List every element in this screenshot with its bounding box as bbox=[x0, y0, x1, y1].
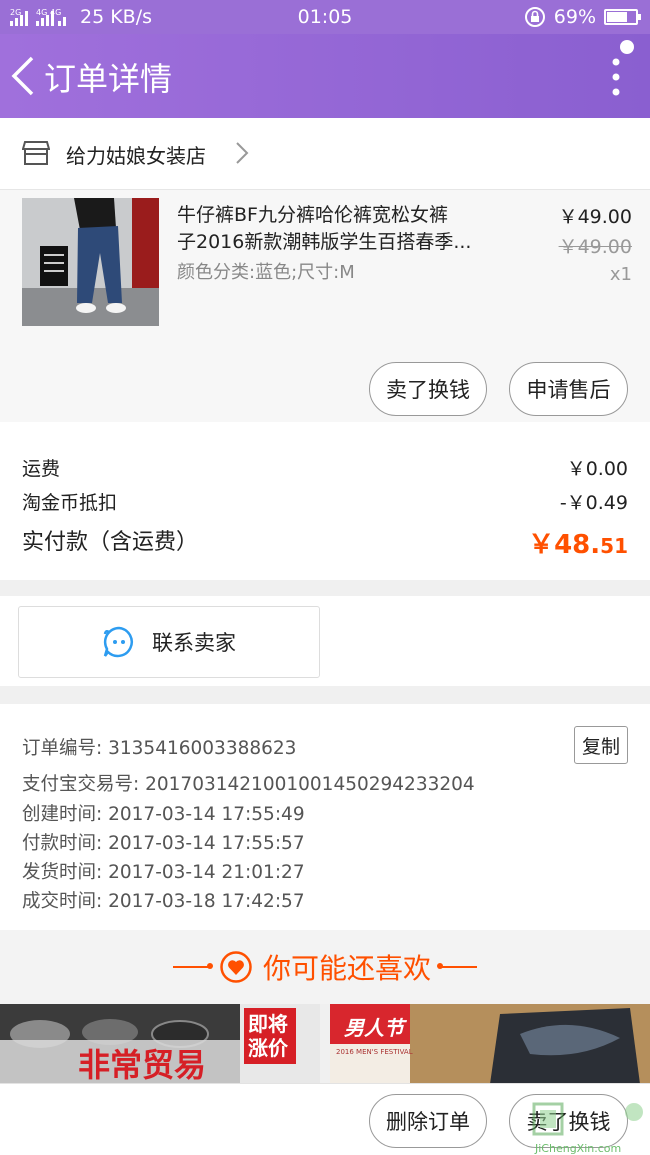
recommend-title: 你可能还喜欢 bbox=[262, 952, 431, 985]
right-deco-line bbox=[437, 963, 477, 969]
shop-row[interactable]: 给力姑娘女装店 bbox=[0, 118, 650, 190]
created-time: 创建时间: 2017-03-14 17:55:49 bbox=[22, 804, 305, 825]
fee-summary: 运费 ￥0.00 淘金币抵扣 -￥0.49 实付款（含运费） ￥48.51 bbox=[0, 422, 650, 580]
recommend-header: 你可能还喜欢 bbox=[0, 930, 650, 1004]
page-title: 订单详情 bbox=[44, 60, 173, 98]
card1-badge: 即将 涨价 bbox=[248, 1012, 288, 1060]
card2-sub: 2016 MEN'S FESTIVAL bbox=[336, 1048, 413, 1056]
battery-percent: 69% bbox=[553, 6, 596, 28]
battery-icon bbox=[604, 9, 641, 25]
order-item[interactable]: 牛仔裤BF九分裤哈伦裤宽松女裤 子2016新款潮韩版学生百搭春季... 颜色分类… bbox=[0, 190, 650, 422]
original-price: ￥49.00 bbox=[558, 236, 632, 258]
delete-order-button[interactable]: 删除订单 bbox=[369, 1094, 487, 1148]
total-value: ￥48.51 bbox=[528, 524, 628, 561]
card1-text: 非常贸易 bbox=[78, 1046, 207, 1084]
total-dec: 51 bbox=[600, 534, 628, 558]
store-icon bbox=[22, 141, 50, 165]
coin-value: -￥0.49 bbox=[559, 492, 628, 514]
coin-label: 淘金币抵扣 bbox=[22, 492, 118, 514]
card1-badge-line2: 涨价 bbox=[248, 1036, 288, 1060]
after-sales-button[interactable]: 申请售后 bbox=[509, 362, 628, 416]
heart-icon bbox=[220, 951, 252, 983]
shipped-time: 发货时间: 2017-03-14 21:01:27 bbox=[22, 862, 305, 883]
product-image[interactable] bbox=[22, 198, 159, 326]
alipay-number: 支付宝交易号: 2017031421001001450294233204 bbox=[22, 774, 475, 795]
chat-face-icon bbox=[103, 626, 133, 658]
contact-seller-label: 联系卖家 bbox=[152, 631, 236, 655]
card1-badge-line1: 即将 bbox=[248, 1012, 288, 1036]
product-title-line1: 牛仔裤BF九分裤哈伦裤宽松女裤 bbox=[177, 204, 448, 226]
left-deco-line bbox=[172, 963, 213, 969]
quantity: x1 bbox=[609, 264, 632, 285]
chevron-right-icon bbox=[236, 142, 249, 164]
recommend-card-2[interactable]: 男人节 2016 MEN'S FESTIVAL bbox=[330, 1004, 650, 1084]
copy-button[interactable]: 复制 bbox=[574, 726, 628, 764]
unit-price: ￥49.00 bbox=[558, 206, 632, 228]
contact-seller-button[interactable]: 联系卖家 bbox=[18, 606, 320, 678]
back-arrow-icon[interactable] bbox=[8, 52, 40, 100]
product-variant: 颜色分类:蓝色;尺寸:M bbox=[177, 262, 355, 283]
header-bar: 订单详情 bbox=[0, 34, 650, 118]
shipping-value: ￥0.00 bbox=[566, 458, 628, 480]
shop-name: 给力姑娘女装店 bbox=[66, 144, 206, 168]
recommend-card-1[interactable]: 非常贸易 即将 涨价 bbox=[0, 1004, 320, 1084]
paid-time: 付款时间: 2017-03-14 17:55:57 bbox=[22, 833, 305, 854]
shipping-label: 运费 bbox=[22, 458, 61, 480]
status-bar: 2G 4G 4G 25 KB/s 01:05 69% bbox=[0, 0, 650, 34]
product-title[interactable]: 牛仔裤BF九分裤哈伦裤宽松女裤 子2016新款潮韩版学生百搭春季... bbox=[177, 202, 517, 256]
rotation-lock-icon bbox=[524, 7, 545, 27]
completed-time: 成交时间: 2017-03-18 17:42:57 bbox=[22, 891, 305, 912]
total-label: 实付款（含运费） bbox=[22, 530, 199, 555]
watermark-text: JiChengXin.com bbox=[535, 1142, 622, 1155]
order-number: 订单编号: 3135416003388623 bbox=[22, 738, 297, 759]
sell-for-cash-button[interactable]: 卖了换钱 bbox=[369, 362, 487, 416]
contact-section: 联系卖家 bbox=[0, 596, 650, 686]
total-int: ￥48. bbox=[528, 530, 601, 560]
more-options-icon[interactable] bbox=[612, 58, 620, 96]
product-title-line2: 子2016新款潮韩版学生百搭春季... bbox=[177, 231, 472, 253]
card2-badge: 男人节 bbox=[344, 1016, 404, 1040]
order-info: 订单编号: 3135416003388623 复制 支付宝交易号: 201703… bbox=[0, 704, 650, 930]
notification-dot bbox=[620, 40, 634, 54]
